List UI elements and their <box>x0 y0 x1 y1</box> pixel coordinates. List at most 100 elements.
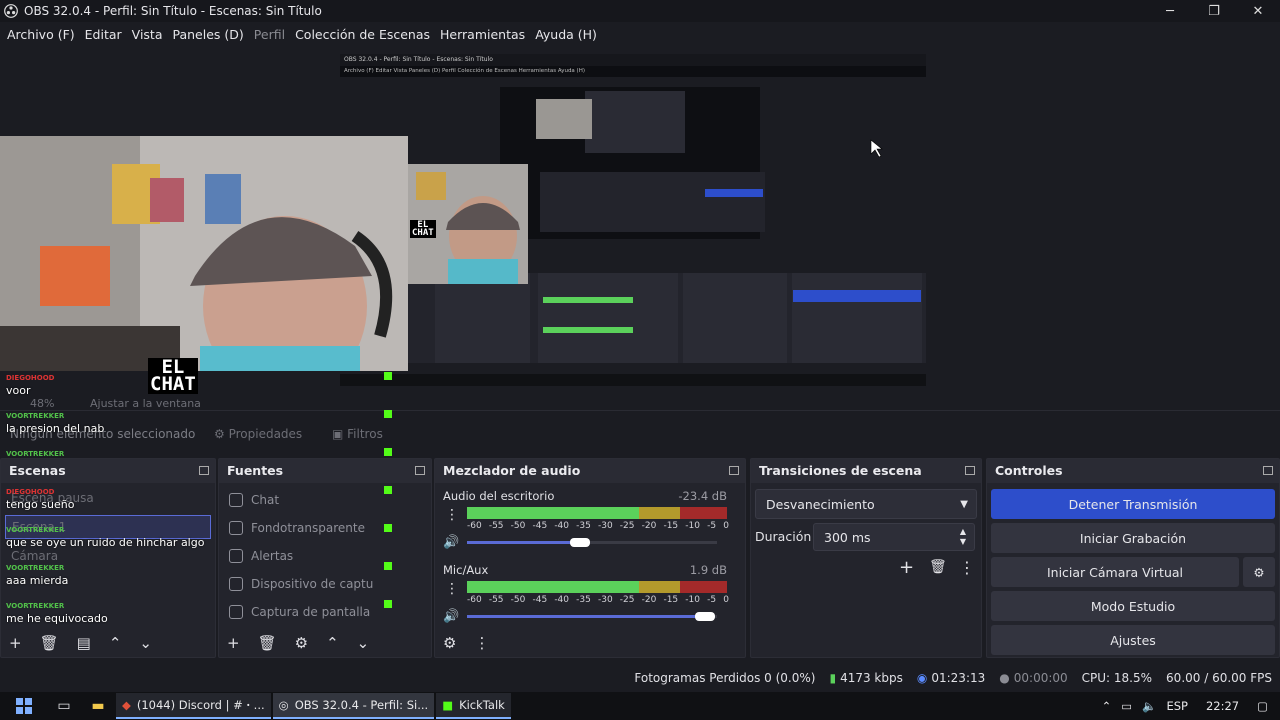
move-down-icon[interactable]: ⌄ <box>357 634 370 652</box>
volume-icon[interactable]: 🔈 <box>1142 699 1156 713</box>
meter-ticks: -60 -55 -50 -45 -40 -35 -30 -25 -20 -15 -10 -5 0 <box>467 521 729 531</box>
maximize-button[interactable]: ❐ <box>1192 0 1236 22</box>
browser-icon: ◆ <box>122 698 131 712</box>
tick-label: -5 <box>707 595 717 605</box>
kebab-menu-icon[interactable]: ⋮ <box>445 507 459 523</box>
tick-label: -30 <box>597 595 613 605</box>
settings-button[interactable]: Ajustes <box>991 625 1275 655</box>
chat-message: DIEGOHOOD voor <box>6 374 55 397</box>
taskbar-obs[interactable]: ◎ OBS 32.0.4 - Perfil: Si... <box>272 693 435 719</box>
tick-label: -55 <box>488 521 504 531</box>
audio-meter <box>467 507 727 519</box>
menu-archivo[interactable]: Archivo (F) <box>7 27 75 42</box>
duration-label: Duración <box>755 529 812 544</box>
taskbar-kicktalk[interactable]: ■ KickTalk <box>436 693 511 719</box>
menu-vista[interactable]: Vista <box>132 27 163 42</box>
tick-label: -60 <box>467 595 482 605</box>
tick-label: -50 <box>510 595 526 605</box>
start-recording-button[interactable]: Iniciar Grabación <box>991 523 1275 553</box>
add-source-icon[interactable]: + <box>227 634 240 652</box>
mixer-header: Mezclador de audio <box>435 459 745 483</box>
delete-scene-icon[interactable]: 🗑 <box>40 634 59 652</box>
chevron-down-icon: ▼ <box>960 498 968 510</box>
close-button[interactable]: ✕ <box>1236 0 1280 22</box>
transitions-header: Transiciones de escena <box>751 459 981 483</box>
menu-ayuda[interactable]: Ayuda (H) <box>535 27 597 42</box>
stop-streaming-button[interactable]: Detener Transmisión <box>991 489 1275 519</box>
tick-label: -35 <box>576 521 591 531</box>
tick-label: -20 <box>641 595 657 605</box>
tick-label: 0 <box>723 521 729 531</box>
tick-label: -10 <box>685 521 700 531</box>
move-up-icon[interactable]: ⌃ <box>109 634 122 652</box>
menu-paneles[interactable]: Paneles (D) <box>173 27 244 42</box>
minimize-button[interactable]: ─ <box>1148 0 1192 22</box>
start-virtual-camera-button[interactable]: Iniciar Cámara Virtual <box>991 557 1239 587</box>
live-time: ◉ 01:23:13 <box>916 671 986 685</box>
bitrate: ▮ 4173 kbps <box>829 671 903 685</box>
obs-logo-icon <box>0 0 22 22</box>
tick-label: -25 <box>619 521 635 531</box>
delete-source-icon[interactable]: 🗑 <box>258 634 277 652</box>
chat-message: DIEGOHOOD tengo sueño <box>6 488 75 511</box>
fps: 60.00 / 60.00 FPS <box>1166 671 1272 685</box>
taskview-icon[interactable]: ▭ <box>48 692 80 720</box>
mixer-channel-mic: Mic/Aux 1.9 dB -60 -55 -50 -45 -40 -35 -30 -25-… <box>443 563 729 624</box>
studio-mode-button[interactable]: Modo Estudio <box>991 591 1275 621</box>
controls-header: Controles <box>987 459 1279 483</box>
tick-label: -50 <box>510 521 526 531</box>
kebab-menu-icon[interactable]: ⋮ <box>445 581 459 597</box>
spin-arrows-icon[interactable]: ▲ ▼ <box>960 527 966 547</box>
taskbar-discord[interactable]: ◆ (1044) Discord | # ꞏ ... <box>116 693 271 719</box>
scene-filters-icon[interactable]: ▤ <box>77 634 91 652</box>
preview-area[interactable]: OBS 32.0.4 - Perfil: Sin Título - Escena… <box>0 46 1280 410</box>
mixer-menu-icon[interactable]: ⋮ <box>474 634 489 652</box>
transition-type-select[interactable]: Desvanecimiento ▼ <box>755 489 977 519</box>
chat-message: VOORTREKKER que se oye un ruido de hincha… <box>6 526 205 549</box>
add-transition-icon[interactable]: + <box>899 557 914 578</box>
duration-spinbox[interactable]: 300 ms ▲ ▼ <box>813 523 975 551</box>
move-up-icon[interactable]: ⌃ <box>326 634 339 652</box>
network-icon[interactable]: ▭ <box>1121 699 1132 713</box>
menu-herramientas[interactable]: Herramientas <box>440 27 525 42</box>
language-indicator[interactable]: ESP <box>1166 699 1188 713</box>
kick-icon <box>384 562 392 570</box>
clock[interactable]: 22:27 <box>1206 699 1239 713</box>
advanced-audio-gear-icon[interactable]: ⚙ <box>443 634 456 652</box>
source-settings-gear-icon[interactable]: ⚙ <box>295 634 308 652</box>
kick-icon <box>384 524 392 532</box>
menu-editar[interactable]: Editar <box>85 27 122 42</box>
chat-message: VOORTREKKER la presion del nab <box>6 412 105 435</box>
tick-label: -30 <box>597 521 613 531</box>
volume-slider-knob[interactable] <box>569 538 590 547</box>
notifications-icon[interactable]: ▢ <box>1257 699 1268 713</box>
speaker-icon[interactable]: 🔊 <box>443 609 459 624</box>
volume-slider[interactable] <box>467 541 580 544</box>
tick-label: -35 <box>576 595 591 605</box>
tray-chevron-up-icon[interactable]: ⌃ <box>1102 699 1112 713</box>
controls-dock: Controles Detener Transmisión Iniciar Gr… <box>986 458 1280 658</box>
nested-el-chat-logo: EL CHAT <box>410 220 436 239</box>
transition-menu-icon[interactable]: ⋮ <box>959 558 975 577</box>
tick-label: -15 <box>663 595 679 605</box>
menu-perfil[interactable]: Perfil <box>254 27 285 42</box>
tick-label: -60 <box>467 521 482 531</box>
meter-ticks: -60 -55 -50 -45 -40 -35 -30 -25 -20 -15 -10 -5 0 <box>467 595 729 605</box>
speaker-icon[interactable]: 🔊 <box>443 535 459 550</box>
volume-slider-knob[interactable] <box>694 612 715 621</box>
volume-slider[interactable] <box>467 615 705 618</box>
add-scene-icon[interactable]: + <box>9 634 22 652</box>
delete-transition-icon[interactable]: 🗑 <box>929 559 947 575</box>
folder-icon[interactable]: ▬ <box>80 692 116 720</box>
virtual-camera-settings-gear-icon[interactable]: ⚙ <box>1243 557 1275 587</box>
move-down-icon[interactable]: ⌄ <box>139 634 152 652</box>
kick-icon <box>384 372 392 380</box>
menu-coleccion[interactable]: Colección de Escenas <box>295 27 430 42</box>
menu-bar: Archivo (F) Editar Vista Paneles (D) Per… <box>0 22 1280 46</box>
windows-start-icon[interactable] <box>0 692 48 720</box>
kick-icon <box>384 410 392 418</box>
chat-message: VOORTREKKER me he equivocado <box>6 602 108 625</box>
tick-label: -40 <box>554 595 570 605</box>
tick-label: -55 <box>488 595 504 605</box>
system-tray: ⌃ ▭ 🔈 ESP 22:27 ▢ <box>1102 692 1280 720</box>
